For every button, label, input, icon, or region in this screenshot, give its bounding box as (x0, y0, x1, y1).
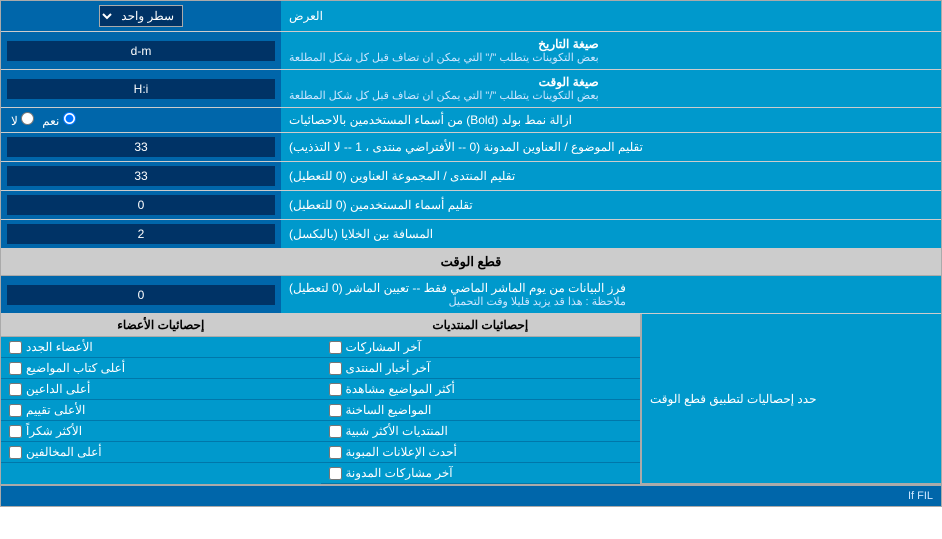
checkbox-news[interactable] (329, 362, 342, 375)
date-format-row: صيغة التاريخ بعض التكوينات يتطلب "/" الت… (1, 32, 941, 70)
usernames-trim-field[interactable] (7, 195, 275, 215)
forum-group-trim-row: تقليم المنتدى / المجموعة العناوين (0 للت… (1, 162, 941, 191)
stats-section: حدد إحصاليات لتطبيق قطع الوقت إحصائيات ا… (1, 314, 941, 485)
cutoff-input-cell (1, 276, 281, 313)
display-mode-row: العرض سطر واحد سطرين ثلاثة أسطر (1, 1, 941, 32)
cell-spacing-field[interactable] (7, 224, 275, 244)
bold-remove-label: ازالة نمط بولد (Bold) من أسماء المستخدمي… (281, 108, 941, 132)
display-mode-input: سطر واحد سطرين ثلاثة أسطر (1, 1, 281, 31)
checkbox-top-rated[interactable] (9, 404, 22, 417)
col2-header: إحصائيات المنتديات (321, 314, 642, 337)
checkbox-blog[interactable] (329, 467, 342, 480)
display-mode-label: العرض (281, 1, 941, 31)
col1-header: إحصائيات الأعضاء (1, 314, 321, 337)
display-mode-select[interactable]: سطر واحد سطرين ثلاثة أسطر (99, 5, 183, 27)
checkbox-classifieds[interactable] (329, 446, 342, 459)
date-format-input-cell (1, 32, 281, 69)
time-format-field[interactable] (7, 79, 275, 99)
cutoff-label: فرز البيانات من يوم الماشر الماضي فقط --… (281, 276, 941, 313)
list-item: آخر أخبار المنتدى (321, 358, 641, 379)
checkbox-top-posters[interactable] (9, 362, 22, 375)
checkbox-items-container: آخر المشاركات آخر أخبار المنتدى أكثر الم… (1, 337, 641, 484)
list-item: أعلى كتاب المواضيع (1, 358, 321, 379)
bold-remove-input: نعم لا (1, 108, 281, 132)
forum-group-trim-input-cell (1, 162, 281, 190)
checkbox-most-viewed[interactable] (329, 383, 342, 396)
list-item: أعلى الداعين (1, 379, 321, 400)
forum-group-trim-field[interactable] (7, 166, 275, 186)
list-item: آخر مشاركات المدونة (321, 463, 641, 484)
list-item: آخر المشاركات (321, 337, 641, 358)
list-item: المنتديات الأكثر شبية (321, 421, 641, 442)
list-item: المواضيع الساخنة (321, 400, 641, 421)
checkbox-new-members[interactable] (9, 341, 22, 354)
usernames-trim-input-cell (1, 191, 281, 219)
forum-topic-trim-input-cell (1, 133, 281, 161)
date-format-field[interactable] (7, 41, 275, 61)
usernames-trim-label: تقليم أسماء المستخدمين (0 للتعطيل) (281, 191, 941, 219)
list-item: الأكثر شكراً (1, 421, 321, 442)
checkbox-posts[interactable] (329, 341, 342, 354)
list-item: أعلى المخالفين (1, 442, 321, 463)
bold-no-radio[interactable] (21, 112, 34, 125)
time-format-label: صيغة الوقت بعض التكوينات يتطلب "/" التي … (281, 70, 941, 107)
bold-remove-row: ازالة نمط بولد (Bold) من أسماء المستخدمي… (1, 108, 941, 133)
bold-yes-label: نعم (42, 112, 75, 128)
cutoff-field[interactable] (7, 285, 275, 305)
cell-spacing-label: المسافة بين الخلايا (بالبكسل) (281, 220, 941, 248)
checkbox-hot-topics[interactable] (329, 404, 342, 417)
list-item: أحدث الإعلانات المبوبة (321, 442, 641, 463)
date-format-label: صيغة التاريخ بعض التكوينات يتطلب "/" الت… (281, 32, 941, 69)
time-format-input-cell (1, 70, 281, 107)
checkbox-most-thanked[interactable] (9, 425, 22, 438)
col2-checkboxes: آخر المشاركات آخر أخبار المنتدى أكثر الم… (321, 337, 642, 484)
forum-topic-trim-row: تقليم الموضوع / العناوين المدونة (0 -- ا… (1, 133, 941, 162)
usernames-trim-row: تقليم أسماء المستخدمين (0 للتعطيل) (1, 191, 941, 220)
checkbox-top-inviters[interactable] (9, 383, 22, 396)
list-item: الأعلى تقييم (1, 400, 321, 421)
main-container: العرض سطر واحد سطرين ثلاثة أسطر صيغة الت… (0, 0, 942, 507)
checkbox-popular-forums[interactable] (329, 425, 342, 438)
forum-topic-trim-label: تقليم الموضوع / العناوين المدونة (0 -- ا… (281, 133, 941, 161)
checkbox-columns: إحصائيات المنتديات إحصائيات الأعضاء آخر … (1, 314, 641, 484)
stats-apply-label: حدد إحصاليات لتطبيق قطع الوقت (641, 314, 941, 484)
list-item: أكثر المواضيع مشاهدة (321, 379, 641, 400)
cutoff-section-header: قطع الوقت (1, 249, 941, 276)
checkbox-col-headers: إحصائيات المنتديات إحصائيات الأعضاء (1, 314, 641, 337)
time-format-row: صيغة الوقت بعض التكوينات يتطلب "/" التي … (1, 70, 941, 108)
bottom-bar: If FIL (1, 485, 941, 506)
forum-group-trim-label: تقليم المنتدى / المجموعة العناوين (0 للت… (281, 162, 941, 190)
cell-spacing-row: المسافة بين الخلايا (بالبكسل) (1, 220, 941, 249)
list-item: الأعضاء الجدد (1, 337, 321, 358)
cell-spacing-input-cell (1, 220, 281, 248)
bold-yes-radio[interactable] (63, 112, 76, 125)
cutoff-row: فرز البيانات من يوم الماشر الماضي فقط --… (1, 276, 941, 314)
bold-no-label: لا (11, 112, 34, 128)
forum-topic-trim-field[interactable] (7, 137, 275, 157)
col1-checkboxes: الأعضاء الجدد أعلى كتاب المواضيع أعلى ال… (1, 337, 321, 484)
checkbox-top-violators[interactable] (9, 446, 22, 459)
